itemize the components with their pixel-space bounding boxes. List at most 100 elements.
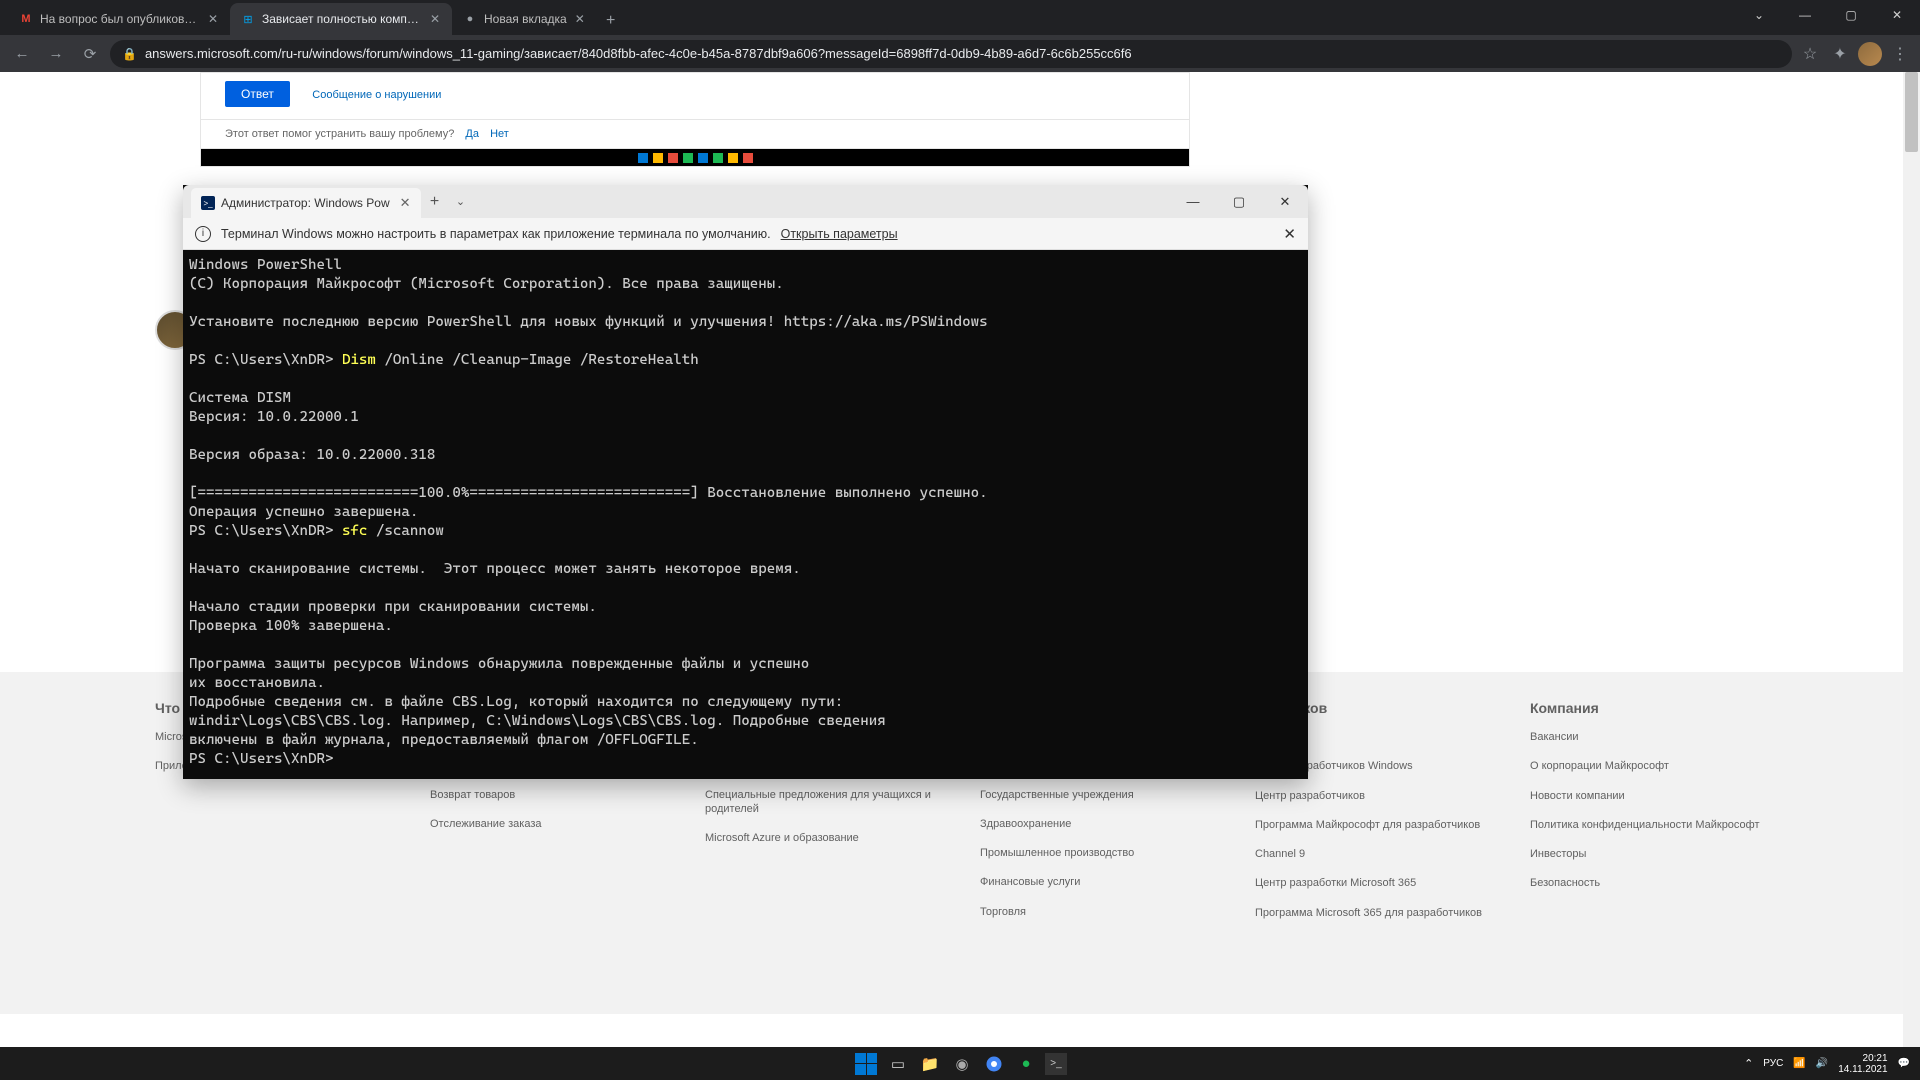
terminal-output[interactable]: Windows PowerShell (C) Корпорация Майкро…	[183, 250, 1308, 779]
maximize-button[interactable]: ▢	[1828, 0, 1874, 30]
footer-link[interactable]: Channel 9	[1255, 847, 1490, 861]
footer-link[interactable]: Новости компании	[1530, 789, 1765, 803]
url-text: answers.microsoft.com/ru-ru/windows/foru…	[145, 46, 1132, 61]
footer-link[interactable]: Безопасность	[1530, 876, 1765, 890]
browser-tab-msanswers[interactable]: ⊞ Зависает полностью комп в не ✕	[230, 3, 452, 35]
footer-link[interactable]: Вакансии	[1530, 730, 1765, 744]
browser-chrome: M На вопрос был опубликован н ✕ ⊞ Зависа…	[0, 0, 1920, 72]
terminal-icon[interactable]: >_	[1045, 1053, 1067, 1075]
steam-icon[interactable]: ◉	[949, 1051, 975, 1077]
close-button[interactable]: ✕	[1874, 0, 1920, 30]
taskbar-center: ▭ 📁 ◉ ● >_	[853, 1051, 1067, 1077]
volume-icon[interactable]: 🔊	[1816, 1058, 1828, 1069]
report-link[interactable]: Сообщение о нарушении	[312, 89, 441, 101]
terminal-minimize-button[interactable]: —	[1170, 185, 1216, 218]
footer-heading: Компания	[1530, 700, 1765, 716]
reload-button[interactable]: ⟳	[76, 40, 104, 68]
lock-icon: 🔒	[122, 47, 137, 61]
forward-button[interactable]: →	[42, 40, 70, 68]
star-icon[interactable]: ☆	[1798, 42, 1822, 66]
footer-column: Компания Вакансии О корпорации Майкрософт Н…	[1530, 700, 1765, 935]
notifications-icon[interactable]: 💬	[1898, 1058, 1910, 1069]
clock[interactable]: 20:21 14.11.2021	[1838, 1053, 1887, 1075]
footer-link[interactable]: Специальные предложения для учащихся и р…	[705, 788, 940, 817]
footer-link[interactable]: Торговля	[980, 905, 1215, 919]
window-controls: ⌄ — ▢ ✕	[1736, 0, 1920, 30]
footer-link[interactable]: Здравоохранение	[980, 817, 1215, 831]
extensions-icon[interactable]: ✦	[1828, 42, 1852, 66]
scrollbar-thumb[interactable]	[1905, 72, 1918, 152]
system-tray: ⌃ РУС 📶 🔊 20:21 14.11.2021 💬	[1744, 1053, 1910, 1075]
footer-link[interactable]: Финансовые услуги	[980, 875, 1215, 889]
terminal-tab-close-icon[interactable]: ✕	[400, 195, 411, 211]
terminal-tab-bar: >_ Администратор: Windows Pow ✕ + ⌄ — ▢ …	[183, 185, 1308, 218]
footer-link[interactable]: Политика конфиденциальности Майкрософт	[1530, 818, 1765, 832]
reply-button[interactable]: Ответ	[225, 81, 290, 107]
file-explorer-icon[interactable]: 📁	[917, 1051, 943, 1077]
profile-avatar[interactable]	[1858, 42, 1882, 66]
helpful-yes[interactable]: Да	[465, 128, 479, 140]
browser-tab-newtab[interactable]: ● Новая вкладка ✕	[452, 3, 597, 35]
mini-taskbar	[201, 149, 1189, 167]
address-bar-row: ← → ⟳ 🔒 answers.microsoft.com/ru-ru/wind…	[0, 35, 1920, 72]
minimize-button[interactable]: —	[1782, 0, 1828, 30]
footer-link[interactable]: Государственные учреждения	[980, 788, 1215, 802]
start-button[interactable]	[853, 1051, 879, 1077]
infobar-text: Терминал Windows можно настроить в парам…	[221, 227, 771, 241]
spotify-icon[interactable]: ●	[1013, 1051, 1039, 1077]
terminal-tab-powershell[interactable]: >_ Администратор: Windows Pow ✕	[191, 188, 421, 218]
address-bar[interactable]: 🔒 answers.microsoft.com/ru-ru/windows/fo…	[110, 40, 1792, 68]
footer-link[interactable]: Промышленное производство	[980, 846, 1215, 860]
info-icon: i	[195, 226, 211, 242]
task-view-icon[interactable]: ▭	[885, 1051, 911, 1077]
chevron-down-icon[interactable]: ⌄	[1736, 0, 1782, 30]
footer-link[interactable]: О корпорации Майкрософт	[1530, 759, 1765, 773]
microsoft-favicon: ⊞	[240, 11, 256, 27]
tab-title: На вопрос был опубликован н	[40, 12, 200, 26]
terminal-tab-title: Администратор: Windows Pow	[221, 196, 390, 210]
new-tab-button[interactable]: +	[597, 7, 625, 35]
footer-link[interactable]: Программа Майкрософт для разработчиков	[1255, 818, 1490, 832]
footer-link[interactable]: Программа Microsoft 365 для разработчико…	[1255, 906, 1490, 920]
tray-overflow-icon[interactable]: ⌃	[1744, 1057, 1753, 1070]
terminal-new-tab-button[interactable]: +	[421, 188, 449, 216]
helpful-no[interactable]: Нет	[490, 128, 509, 140]
back-button[interactable]: ←	[8, 40, 36, 68]
infobar-close-icon[interactable]: ✕	[1283, 225, 1296, 243]
terminal-tab-dropdown-icon[interactable]: ⌄	[449, 188, 473, 216]
terminal-window-controls: — ▢ ✕	[1170, 185, 1308, 218]
embedded-screenshot	[200, 149, 1190, 167]
kebab-menu-icon[interactable]: ⋮	[1888, 42, 1912, 66]
extensions-area: ☆ ✦ ⋮	[1798, 42, 1912, 66]
footer-link[interactable]: Microsoft Azure и образование	[705, 831, 940, 845]
powershell-icon: >_	[201, 196, 215, 210]
windows-taskbar: ▭ 📁 ◉ ● >_ ⌃ РУС 📶 🔊 20:21 14.11.2021 💬	[0, 1047, 1920, 1080]
network-icon[interactable]: 📶	[1793, 1058, 1805, 1069]
tab-title: Новая вкладка	[484, 12, 567, 26]
browser-tab-gmail[interactable]: M На вопрос был опубликован н ✕	[8, 3, 230, 35]
tab-title: Зависает полностью комп в не	[262, 12, 422, 26]
tab-close-icon[interactable]: ✕	[573, 12, 587, 26]
windows-terminal-window: >_ Администратор: Windows Pow ✕ + ⌄ — ▢ …	[183, 185, 1308, 779]
footer-link[interactable]: Инвесторы	[1530, 847, 1765, 861]
footer-link[interactable]: Отслеживание заказа	[430, 817, 665, 831]
reply-box: Ответ Сообщение о нарушении	[200, 72, 1190, 120]
terminal-maximize-button[interactable]: ▢	[1216, 185, 1262, 218]
page-scrollbar[interactable]	[1903, 72, 1920, 1047]
helpful-row: Этот ответ помог устранить вашу проблему…	[200, 120, 1190, 149]
forum-answer-card: Ответ Сообщение о нарушении Этот ответ п…	[200, 72, 1190, 167]
gmail-favicon: M	[18, 11, 34, 27]
globe-favicon: ●	[462, 11, 478, 27]
open-settings-link[interactable]: Открыть параметры	[781, 227, 898, 241]
tab-close-icon[interactable]: ✕	[206, 12, 220, 26]
helpful-question: Этот ответ помог устранить вашу проблему…	[225, 128, 454, 140]
tab-strip: M На вопрос был опубликован н ✕ ⊞ Зависа…	[0, 0, 1920, 35]
language-indicator[interactable]: РУС	[1763, 1058, 1783, 1069]
terminal-info-bar: i Терминал Windows можно настроить в пар…	[183, 218, 1308, 250]
footer-link[interactable]: Центр разработки Microsoft 365	[1255, 876, 1490, 890]
footer-link[interactable]: Центр разработчиков	[1255, 789, 1490, 803]
footer-link[interactable]: Возврат товаров	[430, 788, 665, 802]
terminal-close-button[interactable]: ✕	[1262, 185, 1308, 218]
tab-close-icon[interactable]: ✕	[428, 12, 442, 26]
chrome-icon[interactable]	[981, 1051, 1007, 1077]
